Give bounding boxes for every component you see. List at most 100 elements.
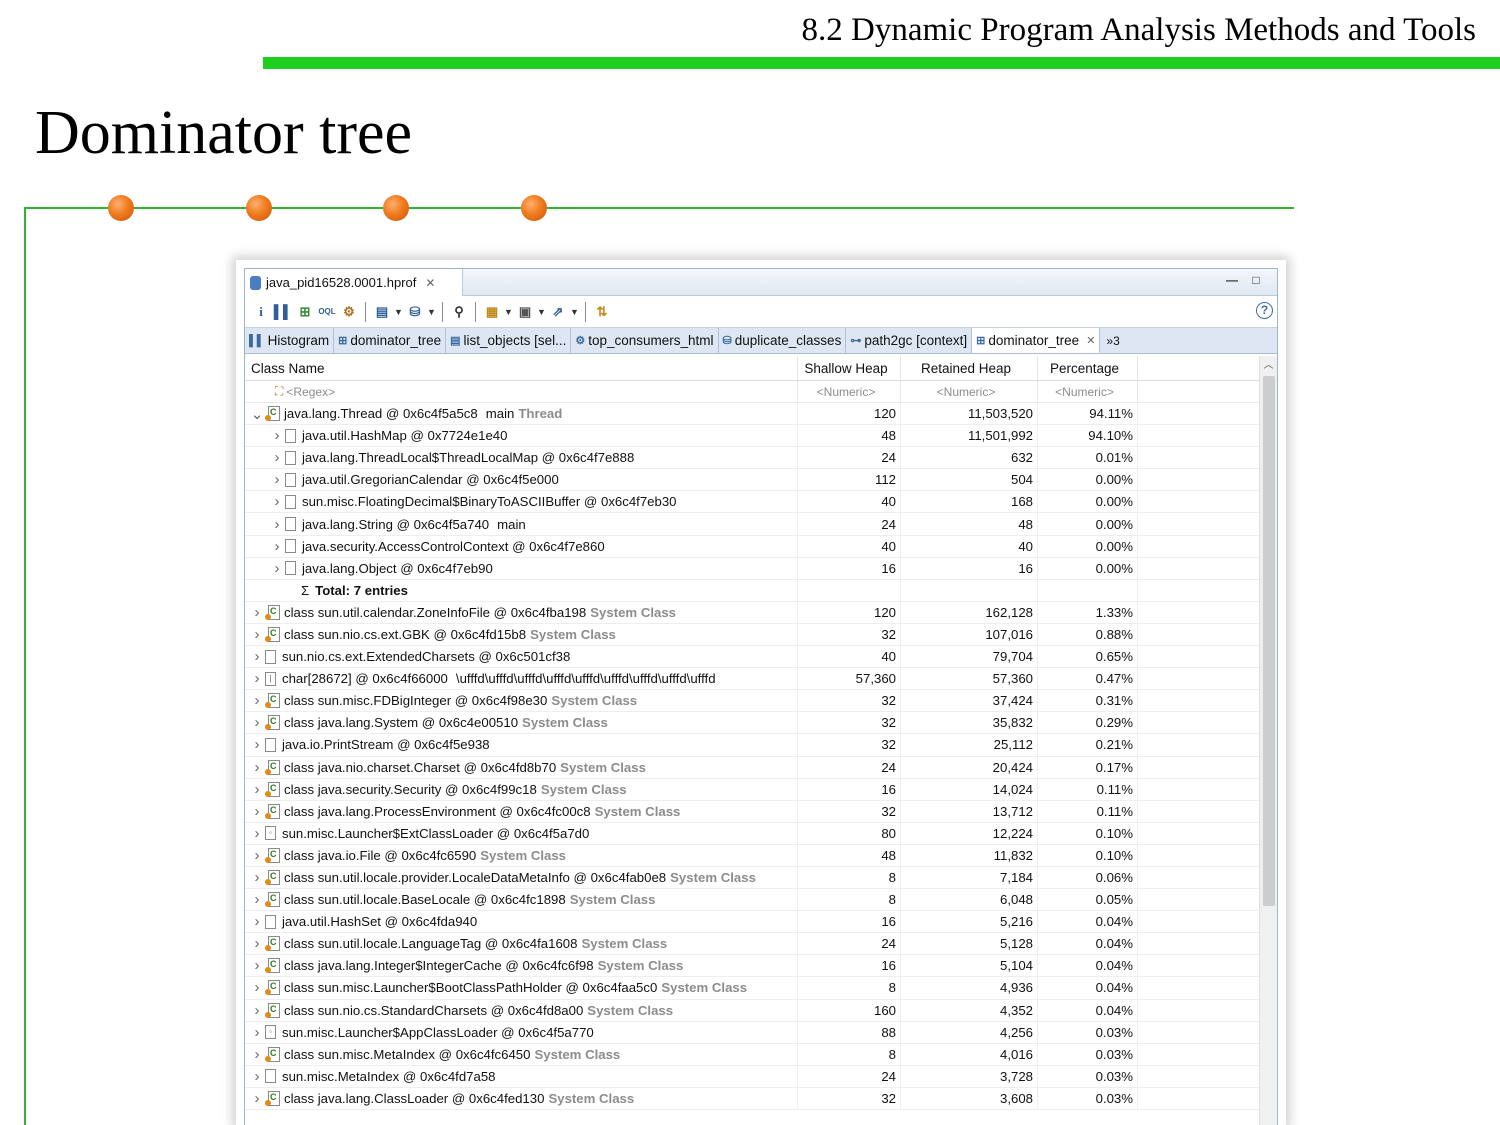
oql-icon[interactable]: OQL (317, 301, 337, 323)
chevron-right-icon[interactable]: › (249, 1024, 265, 1041)
info-icon[interactable]: i (251, 301, 271, 323)
table-row[interactable]: › class sun.misc.FDBigInteger @ 0x6c4f98e… (245, 690, 1277, 713)
tree-child-row[interactable]: › java.util.HashMap @ 0x7724e1e40 48 11,501… (245, 425, 1277, 448)
regex-filter[interactable]: ⛶ <Regex> (245, 381, 798, 402)
chevron-down-icon[interactable]: ▼ (537, 307, 546, 317)
chevron-right-icon[interactable]: › (249, 1046, 265, 1063)
tree-child-row[interactable]: › java.lang.String @ 0x6c4f5a740 main 24 48 0… (245, 513, 1277, 536)
chevron-right-icon[interactable]: › (249, 957, 265, 974)
table-row[interactable]: › class sun.misc.Launcher$BootClassPathHo… (245, 977, 1277, 1000)
table-row[interactable]: › class sun.util.calendar.ZoneInfoFile @ … (245, 601, 1277, 624)
table-row[interactable]: › class java.lang.ProcessEnvironment @ 0x… (245, 800, 1277, 823)
chevron-right-icon[interactable]: › (249, 759, 265, 776)
tab-overflow-button[interactable]: »3 (1100, 328, 1125, 353)
chevron-right-icon[interactable]: › (249, 604, 265, 621)
vertical-scrollbar[interactable]: ︿ (1259, 356, 1277, 1125)
chevron-right-icon[interactable]: › (269, 493, 285, 510)
table-row[interactable]: › class sun.util.locale.BaseLocale @ 0x6c… (245, 889, 1277, 912)
chevron-right-icon[interactable]: › (249, 626, 265, 643)
view-tab-dominator-tree[interactable]: ⊞ dominator_tree ✕ (972, 328, 1101, 353)
histogram-icon[interactable]: ▌▌ (273, 301, 293, 323)
table-row[interactable]: › ◦ sun.misc.Launcher$AppClassLoader @ 0x6… (245, 1021, 1277, 1044)
chevron-down-icon[interactable]: ⌄ (249, 405, 265, 423)
table-row[interactable]: › class java.lang.ClassLoader @ 0x6c4fed1… (245, 1087, 1277, 1110)
view-tab-dominator-tree[interactable]: ⊞ dominator_tree (334, 328, 447, 353)
chevron-down-icon[interactable]: ▼ (570, 307, 579, 317)
chevron-right-icon[interactable]: › (269, 560, 285, 577)
calculator-icon[interactable]: ▣ (515, 301, 535, 323)
close-icon[interactable]: ✕ (425, 276, 435, 290)
shallow-filter[interactable]: <Numeric> (798, 381, 901, 402)
help-icon[interactable]: ? (1256, 302, 1273, 319)
view-tab-duplicate-classes[interactable]: ⛁ duplicate_classes (719, 328, 847, 353)
chevron-right-icon[interactable]: › (269, 427, 285, 444)
dominator-tree-icon[interactable]: ⊞ (295, 301, 315, 323)
chevron-right-icon[interactable]: › (249, 648, 265, 665)
chevron-right-icon[interactable]: › (249, 825, 265, 842)
chevron-right-icon[interactable]: › (249, 692, 265, 709)
table-row[interactable]: › class java.nio.charset.Charset @ 0x6c4f… (245, 756, 1277, 779)
chevron-right-icon[interactable]: › (269, 538, 285, 555)
table-row[interactable]: › class sun.util.locale.LanguageTag @ 0x6… (245, 933, 1277, 956)
view-tab-top-consumers-html[interactable]: ⚙ top_consumers_html (571, 328, 719, 353)
chevron-right-icon[interactable]: › (269, 516, 285, 533)
query-browser-icon[interactable]: ⛁ (405, 301, 425, 323)
chevron-right-icon[interactable]: › (249, 869, 265, 886)
chevron-up-icon[interactable]: ︿ (1260, 356, 1277, 372)
chevron-right-icon[interactable]: › (249, 1090, 265, 1107)
table-row[interactable]: › ◦ sun.misc.Launcher$ExtClassLoader @ 0x6… (245, 822, 1277, 845)
table-row[interactable]: › class sun.nio.cs.StandardCharsets @ 0x6… (245, 999, 1277, 1022)
table-row[interactable]: › sun.misc.MetaIndex @ 0x6c4fd7a58 24 3,728… (245, 1065, 1277, 1088)
search-icon[interactable]: ⚲ (449, 301, 469, 323)
chevron-right-icon[interactable]: › (249, 803, 265, 820)
chevron-right-icon[interactable]: › (249, 736, 265, 753)
chevron-right-icon[interactable]: › (249, 670, 265, 687)
column-header-class-name[interactable]: Class Name (245, 356, 798, 380)
minimize-icon[interactable]: — (1225, 273, 1239, 287)
tree-child-row[interactable]: › java.util.GregorianCalendar @ 0x6c4f5e0… (245, 469, 1277, 492)
chevron-right-icon[interactable]: › (249, 1002, 265, 1019)
table-row[interactable]: › class java.security.Security @ 0x6c4f99… (245, 778, 1277, 801)
view-tab-list-objects-sel[interactable]: ▤ list_objects [sel... (446, 328, 572, 353)
table-row[interactable]: › sun.nio.cs.ext.ExtendedCharsets @ 0x6c5… (245, 646, 1277, 669)
table-row[interactable]: › | char[28672] @ 0x6c4f66000 \ufffd\ufffd\… (245, 668, 1277, 691)
table-row[interactable]: › class sun.util.locale.provider.LocaleDa… (245, 866, 1277, 890)
table-row[interactable]: › class java.lang.System @ 0x6c4e00510Sys… (245, 712, 1277, 735)
editor-tab-hprof[interactable]: java_pid16528.0001.hprof ✕ (245, 269, 463, 296)
chevron-down-icon[interactable]: ▼ (427, 307, 436, 317)
chevron-right-icon[interactable]: › (249, 1068, 265, 1085)
close-icon[interactable]: ✕ (1086, 334, 1095, 347)
table-row[interactable]: › class java.io.File @ 0x6c4fc6590System … (245, 844, 1277, 867)
view-tab-histogram[interactable]: ▌▌ Histogram (245, 328, 335, 353)
tree-child-row[interactable]: › sun.misc.FloatingDecimal$BinaryToASCIIB… (245, 491, 1277, 514)
chevron-down-icon[interactable]: ▼ (394, 307, 403, 317)
column-header-percentage[interactable]: Percentage (1038, 356, 1138, 380)
chevron-right-icon[interactable]: › (249, 781, 265, 798)
maximize-icon[interactable]: □ (1249, 273, 1263, 287)
table-row[interactable]: › class sun.misc.MetaIndex @ 0x6c4fc6450S… (245, 1043, 1277, 1066)
table-row[interactable]: › class java.lang.Integer$IntegerCache @ … (245, 955, 1277, 978)
tree-root-row[interactable]: ⌄ java.lang.Thread @ 0x6c4f5a5c8 mainThrea… (245, 403, 1277, 426)
chevron-right-icon[interactable]: › (249, 979, 265, 996)
table-row[interactable]: › java.util.HashSet @ 0x6c4fda940 16 5,216 0… (245, 911, 1277, 934)
chevron-right-icon[interactable]: › (249, 847, 265, 864)
chevron-right-icon[interactable]: › (269, 449, 285, 466)
tree-child-row[interactable]: › java.security.AccessControlContext @ 0x… (245, 535, 1277, 558)
chevron-right-icon[interactable]: › (269, 471, 285, 488)
column-header-retained-heap[interactable]: Retained Heap (901, 356, 1038, 380)
chevron-down-icon[interactable]: ▼ (504, 307, 513, 317)
sort-icon[interactable]: ⇅ (592, 301, 612, 323)
tree-child-row[interactable]: › java.lang.ThreadLocal$ThreadLocalMap @ … (245, 447, 1277, 470)
group-by-icon[interactable]: ▦ (482, 301, 502, 323)
export-icon[interactable]: ⇗ (548, 301, 568, 323)
chevron-right-icon[interactable]: › (249, 913, 265, 930)
chevron-right-icon[interactable]: › (249, 935, 265, 952)
retained-filter[interactable]: <Numeric> (901, 381, 1038, 402)
chevron-right-icon[interactable]: › (249, 714, 265, 731)
percentage-filter[interactable]: <Numeric> (1038, 381, 1138, 402)
scrollbar-thumb[interactable] (1263, 376, 1275, 906)
column-header-shallow-heap[interactable]: Shallow Heap (798, 356, 901, 380)
view-tab-path2gc-context[interactable]: ⊶ path2gc [context] (846, 328, 973, 353)
reports-icon[interactable]: ▤ (372, 301, 392, 323)
table-row[interactable]: › java.io.PrintStream @ 0x6c4f5e938 32 25,1… (245, 734, 1277, 757)
